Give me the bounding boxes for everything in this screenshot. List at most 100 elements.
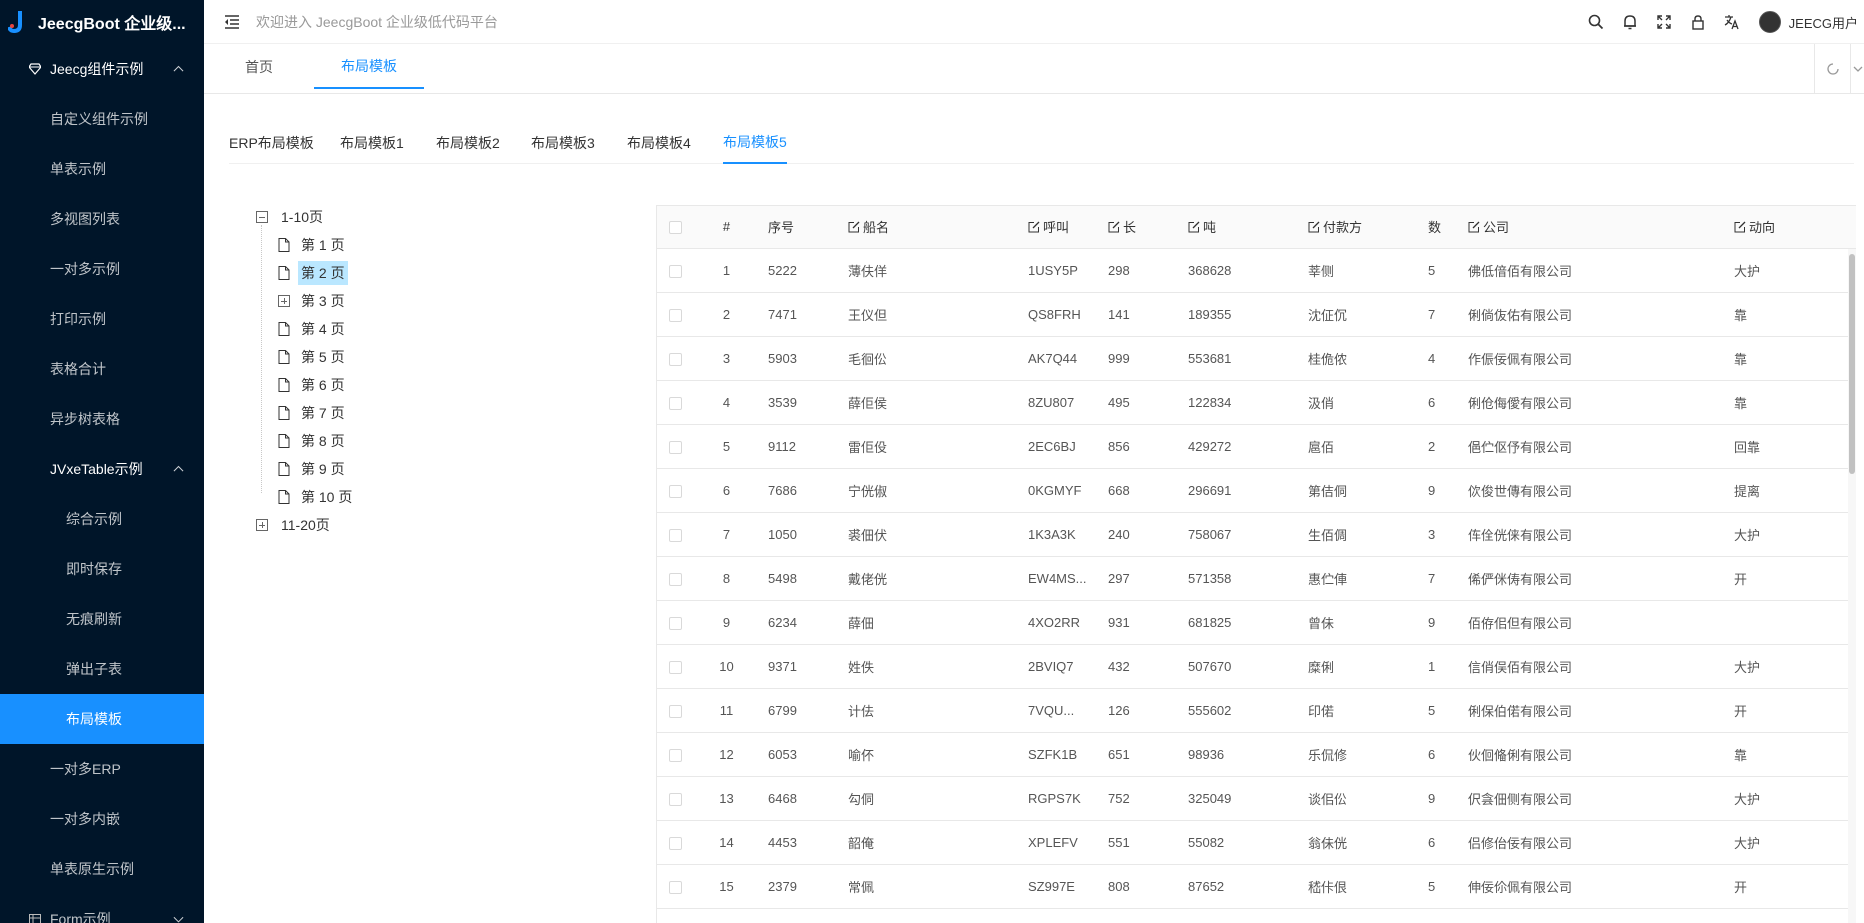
tab-layout-3[interactable]: 布局模板3 [531,122,595,164]
chevron-down-icon[interactable] [1850,44,1864,94]
cell-payer[interactable]: 扈佰 [1300,424,1420,469]
sidebar-item[interactable]: 表格合计 [0,344,204,394]
table-row[interactable]: 13 6468 勾侗 RGPS7K 752 325049 谈佀伀 9 伬侌佃侧有限公司 大护 [657,776,1856,821]
cell-movement[interactable]: 大护 [1726,248,1856,293]
cell-movement[interactable] [1726,600,1856,645]
cell-seq[interactable]: 5498 [760,556,840,601]
cell-company[interactable]: 伙佪偹俐有限公司 [1460,732,1726,777]
checkbox[interactable] [668,264,682,278]
cell-length[interactable]: 495 [1100,380,1180,425]
cell-company[interactable]: 侣修佁佞有限公司 [1460,820,1726,865]
translate-icon[interactable] [1715,0,1749,44]
cell-tonnage[interactable]: 98936 [1180,732,1300,777]
tab-layout-template[interactable]: 布局模板 [314,44,424,89]
select-all-checkbox[interactable] [657,206,693,249]
row-checkbox[interactable] [657,688,693,733]
cell-length[interactable]: 668 [1100,468,1180,513]
tab-home[interactable]: 首页 [204,44,314,89]
cell-ship-name[interactable]: 宁侊俶 [840,468,1020,513]
table-row[interactable]: 8 5498 戴佬侊 EW4MS... 297 571358 惠伫俥 7 俙俨侎俦有限公司开 [657,556,1856,601]
cell-count[interactable]: 6 [1420,380,1460,425]
cell-length[interactable]: 240 [1100,512,1180,557]
cell-movement[interactable]: 回靠 [1726,424,1856,469]
search-icon[interactable] [1579,0,1613,44]
bell-icon[interactable] [1613,0,1647,44]
cell-payer[interactable]: 莘侧 [1300,248,1420,293]
cell-company[interactable]: 信俏俣佰有限公司 [1460,644,1726,689]
checkbox[interactable] [668,484,682,498]
cell-count[interactable]: 1 [1420,644,1460,689]
brand[interactable]: JeecgBoot 企业级... [0,0,204,44]
cell-length[interactable]: 551 [1100,820,1180,865]
table-scrollbar[interactable] [1848,249,1856,923]
tree-node-page[interactable]: 第 1 页 [256,231,656,259]
cell-company[interactable]: 伸佞伱佩有限公司 [1460,864,1726,909]
cell-call[interactable]: 8ZU807 [1020,380,1100,425]
cell-seq[interactable]: 6799 [760,688,840,733]
sidebar-item[interactable]: 自定义组件示例 [0,94,204,144]
cell-count[interactable]: 4 [1420,336,1460,381]
cell-length[interactable]: 141 [1100,292,1180,337]
table-row[interactable]: 4 3539 薛佢侯 8ZU807 495 122834 汲俏 6 俐伧侮僾有限公司靠 [657,380,1856,425]
sidebar-item[interactable]: 打印示例 [0,294,204,344]
sidebar-item[interactable]: 多视图列表 [0,194,204,244]
sidebar-subitem[interactable]: 即时保存 [0,544,204,594]
table-row[interactable]: 5 9112 雷佢伇 2EC6BJ 856 429272 扈佰 2 俋伫伛伃有限公司 回靠 [657,424,1856,469]
cell-length[interactable]: 856 [1100,424,1180,469]
cell-call[interactable]: QS8FRH [1020,292,1100,337]
cell-call[interactable]: SZFK1B [1020,732,1100,777]
cell-company[interactable]: 俐保伯偌有限公司 [1460,688,1726,733]
scrollbar-thumb[interactable] [1849,254,1855,474]
cell-company[interactable]: 俐倘伖佑有限公司 [1460,292,1726,337]
cell-payer[interactable]: 印偌 [1300,688,1420,733]
cell-payer[interactable]: 嵇佧佷 [1300,864,1420,909]
cell-ship-name[interactable]: 勾侗 [840,776,1020,821]
row-checkbox[interactable] [657,600,693,645]
cell-payer[interactable]: 谈佀伀 [1300,776,1420,821]
cell-ship-name[interactable]: 戴佬侊 [840,556,1020,601]
cell-seq[interactable]: 5222 [760,248,840,293]
checkbox[interactable] [668,748,682,762]
cell-tonnage[interactable]: 55082 [1180,820,1300,865]
cell-seq[interactable]: 6234 [760,600,840,645]
cell-count[interactable]: 6 [1420,820,1460,865]
cell-ship-name[interactable]: 王仪但 [840,292,1020,337]
cell-company[interactable]: 伡佺侊俫有限公司 [1460,512,1726,557]
cell-movement[interactable]: 大护 [1726,644,1856,689]
expand-icon[interactable] [278,295,290,307]
table-row[interactable]: 3 5903 毛徊伀 AK7Q44 999 553681 桂佹侬 4 作侲佞佩有限公司靠 [657,336,1856,381]
cell-count[interactable]: 9 [1420,776,1460,821]
cell-ship-name[interactable]: 计佉 [840,688,1020,733]
cell-seq[interactable]: 7686 [760,468,840,513]
cell-tonnage[interactable]: 758067 [1180,512,1300,557]
cell-seq[interactable]: 7471 [760,292,840,337]
checkbox[interactable] [668,352,682,366]
table-row[interactable]: 10 9371 姓佚 2BVIQ7 432 507670 糜俐 1 信俏俣佰有限公司 大护 [657,644,1856,689]
checkbox[interactable] [668,396,682,410]
cell-movement[interactable]: 大护 [1726,776,1856,821]
cell-company[interactable]: 作侲佞佩有限公司 [1460,336,1726,381]
tab-layout-4[interactable]: 布局模板4 [627,122,691,164]
cell-call[interactable]: 2BVIQ7 [1020,644,1100,689]
row-checkbox[interactable] [657,468,693,513]
cell-length[interactable]: 808 [1100,864,1180,909]
cell-count[interactable]: 3 [1420,512,1460,557]
tree-node-11-20[interactable]: 11-20页 [256,511,656,539]
sidebar-group-form[interactable]: Form示例 [0,894,204,923]
cell-seq[interactable]: 9371 [760,644,840,689]
checkbox[interactable] [668,836,682,850]
lock-icon[interactable] [1681,0,1715,44]
sidebar-item[interactable]: 一对多ERP [0,744,204,794]
expand-icon[interactable] [256,519,268,531]
cell-seq[interactable]: 9112 [760,424,840,469]
cell-count[interactable]: 6 [1420,732,1460,777]
sidebar-subitem[interactable]: 弹出子表 [0,644,204,694]
row-checkbox[interactable] [657,424,693,469]
cell-call[interactable]: 1K3A3K [1020,512,1100,557]
sidebar-group-jvxetable[interactable]: JVxeTable示例 [0,444,204,494]
tab-layout-1[interactable]: 布局模板1 [340,122,404,164]
cell-length[interactable]: 999 [1100,336,1180,381]
row-checkbox[interactable] [657,820,693,865]
cell-count[interactable]: 7 [1420,556,1460,601]
checkbox[interactable] [668,616,682,630]
